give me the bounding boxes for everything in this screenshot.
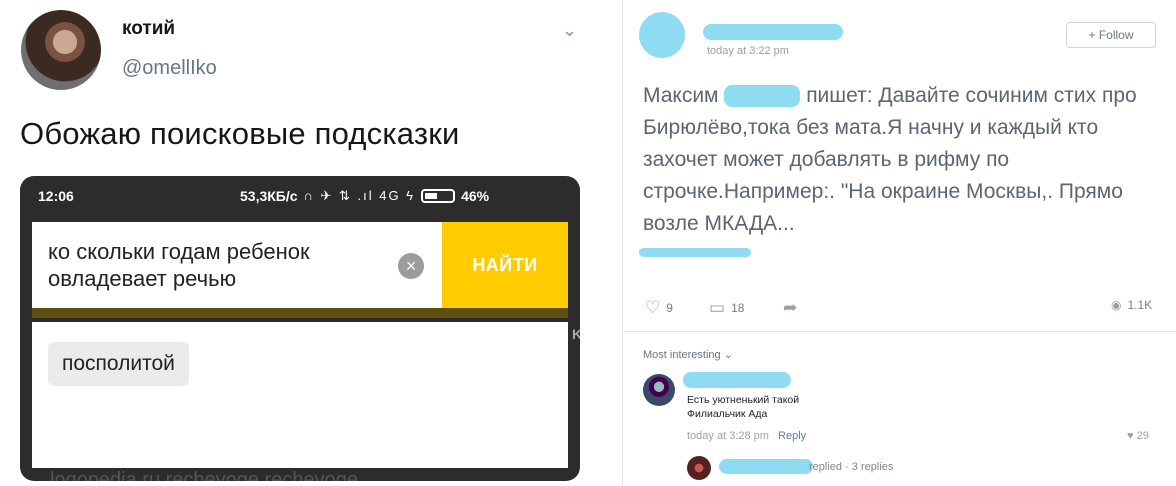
share-stat[interactable]: ➦ [783,298,797,318]
post-stats: ♡ 9 ▭ 18 ➦ ◉ 1.1K [623,296,1176,320]
network-speed: 53,3КБ/с [240,188,298,204]
comments-stat[interactable]: ▭ 18 [709,298,744,318]
redacted-replier [719,459,813,474]
status-bar: 12:06 53,3КБ/с ∩ ✈ ⇅ .ıl 4G ϟ 46% [20,176,580,218]
chevron-down-icon[interactable]: ⌄ [562,20,577,41]
comments-sort[interactable]: Most interesting ⌄ [643,348,733,361]
battery-icon [421,189,456,203]
comment-meta: today at 3:28 pm Reply [687,430,806,442]
suggestion-chip[interactable]: посполитой [48,342,189,386]
tweet-text: Обожаю поисковые подсказки [20,116,460,151]
results-peek: logopedia.ru rechevoge rechevoge [50,469,358,481]
divider [598,0,622,486]
search-bar: ко скольки годам ребенок овладевает речь… [32,222,568,308]
comment-icon: ▭ [709,298,726,317]
post-timestamp: today at 3:22 pm [707,45,789,57]
replies-summary[interactable]: replied · 3 replies [809,461,893,473]
header-strip [32,308,568,318]
comment-avatar[interactable] [643,374,675,406]
tweet-author-handle[interactable]: @omellIko [122,57,217,80]
tweet-panel: котий @omellIko ⌄ Обожаю поисковые подск… [0,0,598,486]
tweet-author-name[interactable]: котий [122,18,175,40]
follow-button[interactable]: + Follow [1066,22,1156,48]
clear-icon[interactable]: × [398,253,424,279]
eye-icon: ◉ [1111,298,1122,312]
comments-count: 18 [731,301,745,315]
likes-stat[interactable]: ♡ 9 [645,298,673,318]
comment-time: today at 3:28 pm [687,430,769,442]
post-card: today at 3:22 pm + Follow Максим пишет: … [623,0,1176,332]
comment-text: Есть уютненький такой Филиальчик Ада [687,393,799,421]
status-time: 12:06 [38,188,74,204]
share-icon: ➦ [783,298,798,317]
search-input[interactable]: ко скольки годам ребенок овладевает речь… [48,238,378,292]
post-text-name: Максим [643,84,719,107]
comment-line-1: Есть уютненький такой [687,394,800,406]
post-panel: today at 3:22 pm + Follow Максим пишет: … [622,0,1176,486]
redacted-avatar [639,12,685,58]
battery-level: 46% [461,188,490,204]
comment-likes[interactable]: ♥ 29 [1127,430,1149,442]
avatar[interactable] [21,10,101,90]
find-button[interactable]: НАЙТИ [442,222,568,308]
redacted-username [703,24,843,40]
reply-link[interactable]: Reply [778,430,806,442]
status-right: 53,3КБ/с ∩ ✈ ⇅ .ıl 4G ϟ 46% [240,188,489,204]
redacted-surname [724,85,801,108]
redacted-line [639,248,751,257]
heart-icon: ♡ [645,298,661,317]
post-text: Максим пишет: Давайте сочиним стих про Б… [643,80,1159,240]
views-stat: ◉ 1.1K [1111,298,1152,312]
suggestions-panel: посполитой [32,322,568,468]
likes-count: 9 [666,301,673,315]
comment-line-2: Филиальчик Ада [687,408,768,420]
views-count: 1.1K [1127,298,1153,312]
phone-screenshot: 12:06 53,3КБ/с ∩ ✈ ⇅ .ıl 4G ϟ 46% ко ско… [20,176,580,481]
redacted-commenter [683,372,791,388]
status-icons: ∩ ✈ ⇅ .ıl 4G ϟ [303,188,416,203]
reply-avatar[interactable] [687,456,711,480]
side-glyph: K [572,326,580,342]
